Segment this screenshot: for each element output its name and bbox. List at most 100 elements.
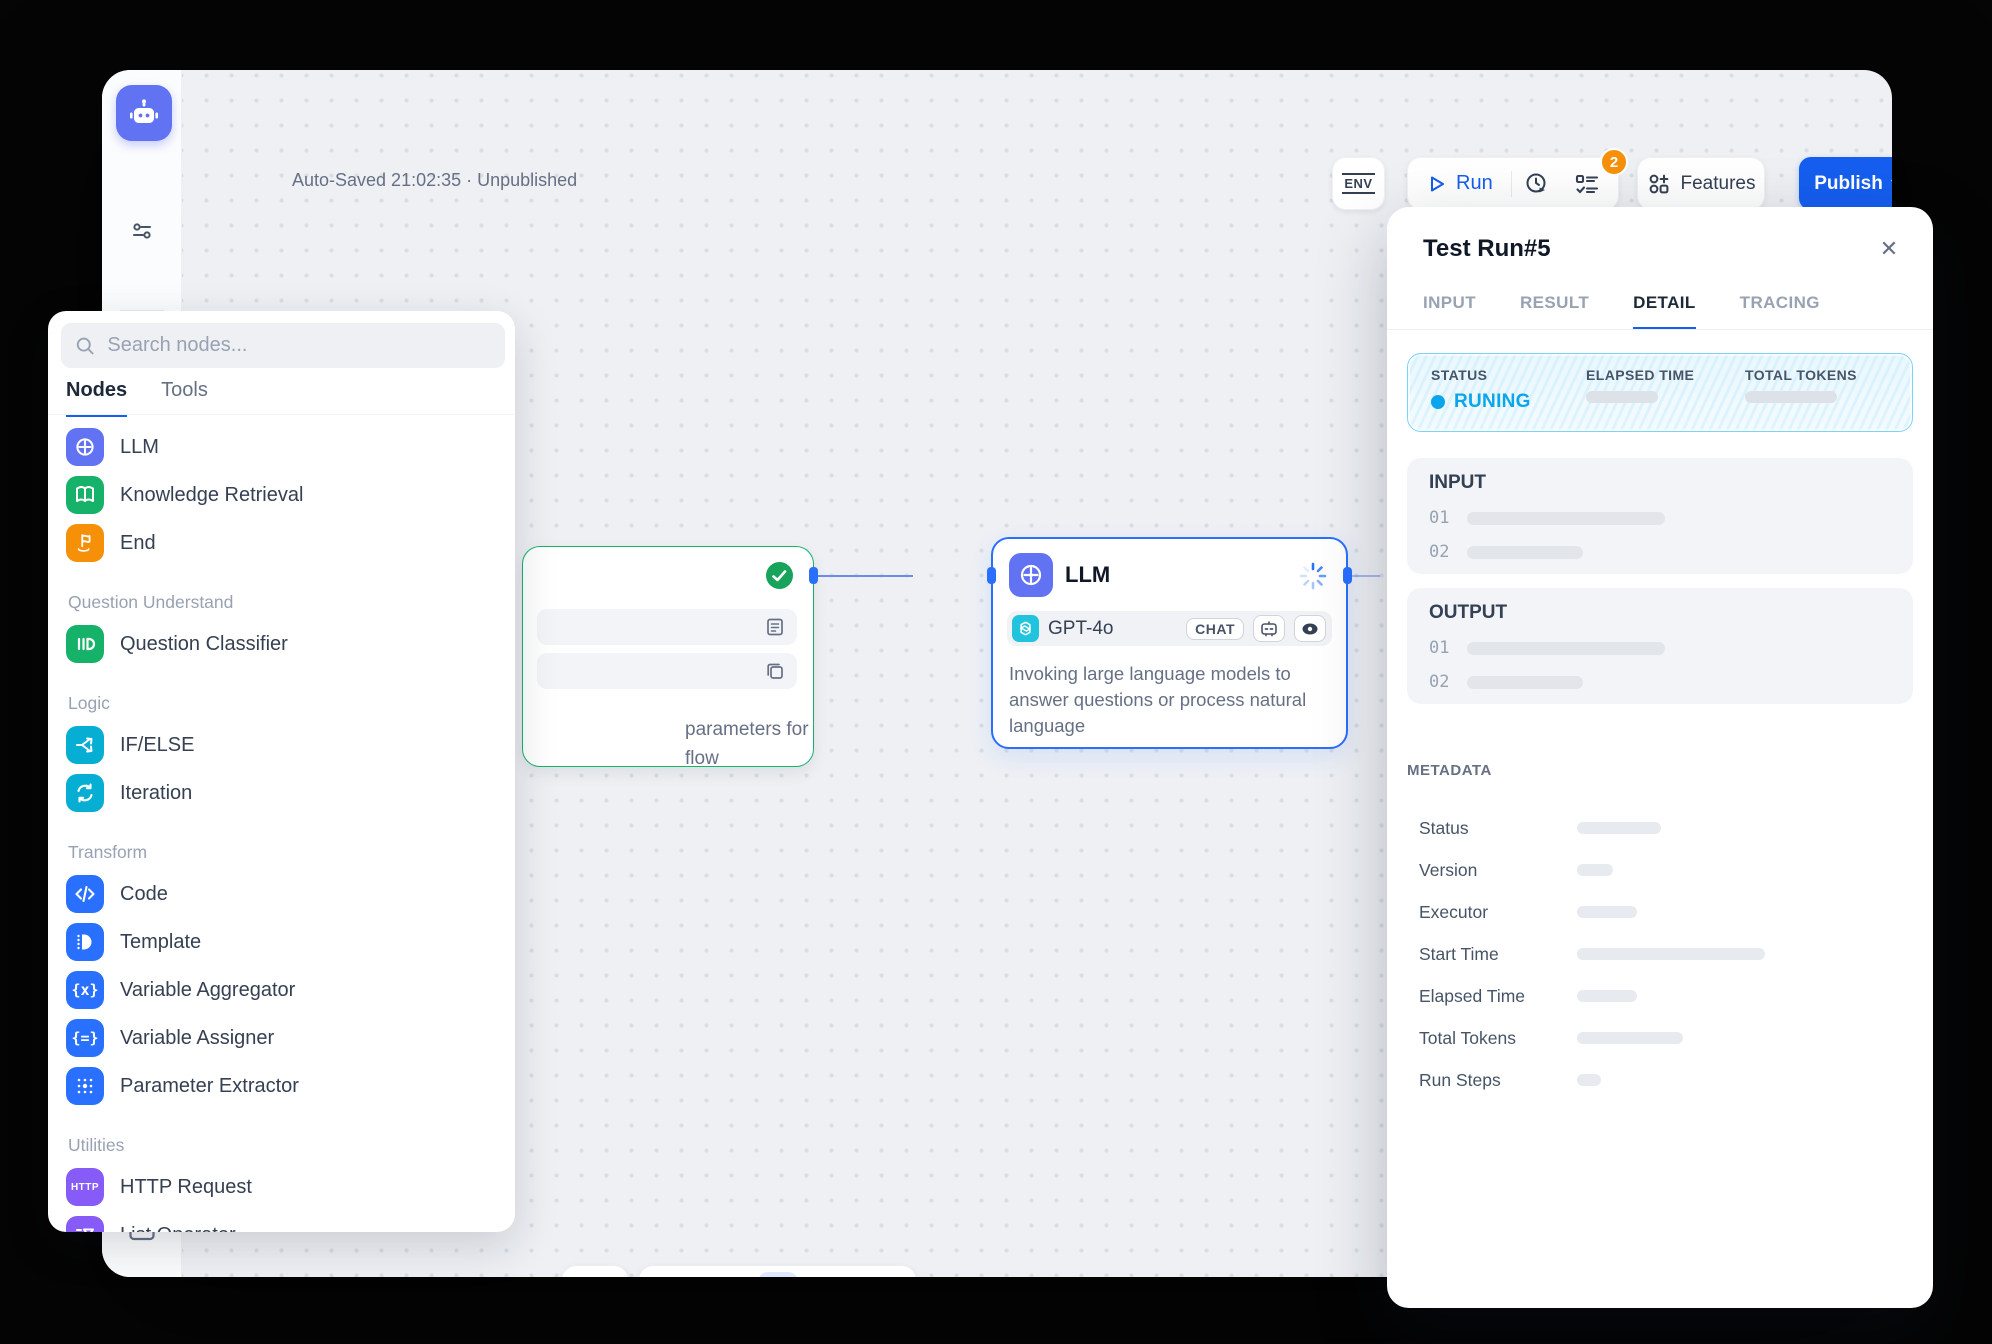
clock-play-icon <box>1524 171 1549 196</box>
preferences-sliders-icon[interactable] <box>129 218 155 244</box>
llm-node-title: LLM <box>1065 562 1110 588</box>
llm-node-icon <box>1009 553 1053 597</box>
tab-input[interactable]: INPUT <box>1423 293 1476 330</box>
node-item-parameter-extractor[interactable]: Parameter Extractor <box>66 1062 497 1110</box>
end-icon <box>66 524 104 562</box>
hand-tool-button[interactable] <box>805 1272 845 1278</box>
elapsed-placeholder <box>1586 391 1658 403</box>
pointer-tool-button[interactable] <box>758 1272 798 1278</box>
node-item-question-classifier[interactable]: Question Classifier <box>66 620 497 668</box>
tab-nodes[interactable]: Nodes <box>66 379 127 417</box>
app-logo[interactable] <box>116 85 172 141</box>
autosave-status: Auto-Saved 21:02:35 · Unpublished <box>292 170 577 191</box>
chevron-down-icon <box>1891 179 1892 188</box>
start-variable-row[interactable] <box>537 609 797 645</box>
node-item-variable-aggregator[interactable]: {x} Variable Aggregator <box>66 966 497 1014</box>
llm-icon <box>66 428 104 466</box>
start-node[interactable]: parameters for flow <box>522 546 814 767</box>
search-icon <box>75 335 95 357</box>
organize-nodes-button[interactable] <box>862 1272 902 1278</box>
node-item-iteration[interactable]: Iteration <box>66 769 497 817</box>
node-item-code[interactable]: Code <box>66 870 497 918</box>
run-history-button[interactable] <box>1512 171 1562 196</box>
parameter-extractor-icon <box>66 1067 104 1105</box>
node-list: LLM Knowledge Retrieval End Question Und… <box>48 415 515 1232</box>
node-item-template[interactable]: Template <box>66 918 497 966</box>
env-icon: ENV <box>1342 173 1374 194</box>
llm-node-description: Invoking large language models to answer… <box>1009 661 1331 739</box>
row-number: 02 <box>1429 542 1449 562</box>
knowledge-retrieval-icon <box>66 476 104 514</box>
tokens-placeholder <box>1745 391 1837 403</box>
copy-icon <box>765 661 785 681</box>
add-note-button[interactable] <box>701 1272 741 1278</box>
run-panel-tabs: INPUT RESULT DETAIL TRACING <box>1423 293 1820 330</box>
agent-icon <box>1253 615 1285 642</box>
start-output-port[interactable] <box>809 567 818 584</box>
start-variable-row[interactable] <box>537 653 797 689</box>
llm-input-port[interactable] <box>987 567 996 584</box>
features-button[interactable]: Features <box>1637 157 1765 210</box>
elapsed-time-label: ELAPSED TIME <box>1586 367 1694 383</box>
output-title: OUTPUT <box>1429 602 1891 624</box>
publish-button[interactable]: Publish <box>1799 157 1892 210</box>
status-dot <box>1431 395 1445 409</box>
row-number: 01 <box>1429 638 1449 658</box>
node-item-if-else[interactable]: IF/ELSE <box>66 721 497 769</box>
tab-tracing[interactable]: TRACING <box>1740 293 1820 330</box>
node-item-list-operator[interactable]: List Operator <box>66 1211 497 1232</box>
node-selector-panel: Nodes Tools LLM Knowledge Retrieval <box>48 311 515 1232</box>
features-icon <box>1647 172 1671 196</box>
chat-mode-badge: CHAT <box>1186 618 1244 640</box>
metadata-row-executor: Executor <box>1419 891 1897 933</box>
node-item-end[interactable]: End <box>66 519 497 567</box>
output-placeholder <box>1467 676 1583 689</box>
iteration-icon <box>66 774 104 812</box>
status-value: RUNING <box>1454 391 1531 413</box>
question-classifier-icon <box>66 625 104 663</box>
env-button[interactable]: ENV <box>1332 157 1385 210</box>
if-else-icon <box>66 726 104 764</box>
tab-detail[interactable]: DETAIL <box>1633 293 1696 330</box>
metadata-row-version: Version <box>1419 849 1897 891</box>
tab-result[interactable]: RESULT <box>1520 293 1589 330</box>
node-item-knowledge-retrieval[interactable]: Knowledge Retrieval <box>66 471 497 519</box>
llm-node[interactable]: LLM GPT-4o CHAT <box>991 537 1348 749</box>
http-request-icon: HTTP <box>66 1168 104 1206</box>
run-button[interactable]: Run <box>1407 172 1511 195</box>
metadata-rows: Status Version Executor Start Time Elaps… <box>1419 807 1897 1101</box>
llm-model-bar[interactable]: GPT-4o CHAT <box>1007 611 1332 646</box>
input-card: INPUT 01 02 <box>1407 458 1913 574</box>
variable-aggregator-icon: {x} <box>66 971 104 1009</box>
node-search[interactable] <box>61 323 505 368</box>
add-node-button[interactable] <box>653 1272 693 1278</box>
total-tokens-label: TOTAL TOKENS <box>1745 367 1857 383</box>
document-icon <box>765 617 785 637</box>
status-card: STATUS RUNING ELAPSED TIME TOTAL TOKENS <box>1407 353 1913 432</box>
status-label: STATUS <box>1431 367 1531 383</box>
llm-output-port[interactable] <box>1343 567 1352 584</box>
node-item-llm[interactable]: LLM <box>66 423 497 471</box>
metadata-row-start-time: Start Time <box>1419 933 1897 975</box>
checklist-button[interactable] <box>1562 172 1612 196</box>
vision-eye-icon <box>1294 615 1326 642</box>
output-card: OUTPUT 01 02 <box>1407 588 1913 704</box>
notification-badge: 2 <box>1600 148 1628 176</box>
success-check-icon <box>766 562 793 589</box>
tab-tools[interactable]: Tools <box>161 379 208 417</box>
list-operator-icon <box>66 1216 104 1232</box>
zoom-toolbar-partial <box>562 1266 628 1277</box>
close-icon[interactable]: ✕ <box>1875 235 1903 263</box>
section-utilities: Utilities <box>68 1135 497 1156</box>
section-question-understand: Question Understand <box>68 592 497 613</box>
model-name: GPT-4o <box>1048 618 1177 640</box>
code-icon <box>66 875 104 913</box>
test-run-panel: Test Run#5 ✕ INPUT RESULT DETAIL TRACING… <box>1387 207 1933 1308</box>
node-search-input[interactable] <box>105 333 491 358</box>
input-placeholder <box>1467 512 1665 525</box>
edge-start-to-llm <box>813 575 913 577</box>
node-item-variable-assigner[interactable]: {=} Variable Assigner <box>66 1014 497 1062</box>
node-item-http-request[interactable]: HTTP HTTP Request <box>66 1163 497 1211</box>
openai-icon <box>1012 615 1039 642</box>
output-placeholder <box>1467 642 1665 655</box>
